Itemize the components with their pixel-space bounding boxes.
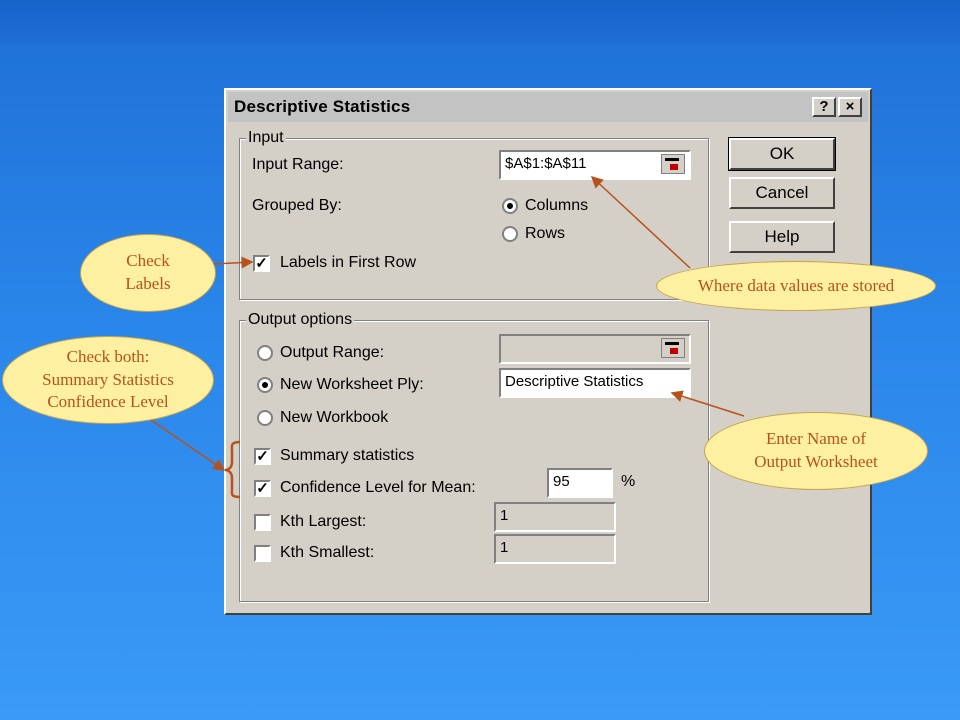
callout-check-both-line1: Check both: [66, 346, 150, 366]
callout-check-both: Check both: Summary Statistics Confidence … [2, 336, 214, 424]
confidence-level-value: 95 [553, 473, 570, 490]
kth-largest-checkbox[interactable] [254, 514, 271, 531]
grouped-by-label: Grouped By: [252, 197, 342, 214]
input-range-label: Input Range: [252, 156, 344, 173]
callout-data-values: Where data values are stored [656, 261, 936, 311]
kth-smallest-label: Kth Smallest: [280, 544, 375, 561]
columns-label: Columns [525, 197, 589, 214]
new-worksheet-ply-value: Descriptive Statistics [505, 373, 644, 390]
kth-smallest-value: 1 [500, 539, 509, 556]
input-range-value: $A$1:$A$11 [505, 155, 587, 172]
new-workbook-label: New Workbook [280, 409, 389, 426]
callout-enter-name: Enter Name of Output Worksheet [704, 412, 928, 490]
labels-first-row-checkbox[interactable]: ✓ [253, 255, 270, 272]
summary-statistics-label: Summary statistics [280, 447, 415, 464]
output-options-legend: Output options [246, 311, 355, 329]
percent-sign: % [621, 473, 636, 490]
output-range-collapse-icon[interactable] [661, 338, 685, 358]
title-bar: Descriptive Statistics ? × [228, 92, 868, 122]
callout-check-both-line2: Summary Statistics [42, 369, 174, 389]
callout-check-labels-line2: Labels [125, 274, 171, 293]
confidence-level-field[interactable]: 95 [547, 468, 613, 498]
callout-check-labels-line1: Check [126, 251, 170, 271]
close-title-button[interactable]: × [838, 97, 862, 117]
kth-smallest-field[interactable]: 1 [494, 534, 616, 564]
output-range-field[interactable] [499, 334, 691, 364]
labels-first-row-label: Labels in First Row [280, 254, 417, 271]
help-button[interactable]: Help [729, 221, 835, 253]
kth-largest-field[interactable]: 1 [494, 502, 616, 532]
cancel-button[interactable]: Cancel [729, 177, 835, 209]
callout-enter-name-line2: Output Worksheet [754, 452, 878, 471]
descriptive-statistics-dialog: Descriptive Statistics ? × Input Input R… [224, 88, 872, 615]
rows-radio[interactable] [502, 226, 518, 242]
new-workbook-radio[interactable] [257, 410, 273, 426]
rows-label: Rows [525, 225, 566, 242]
new-worksheet-ply-radio[interactable] [257, 377, 273, 393]
new-worksheet-ply-field[interactable]: Descriptive Statistics [499, 368, 691, 398]
summary-statistics-checkbox[interactable]: ✓ [254, 448, 271, 465]
confidence-level-checkbox[interactable]: ✓ [254, 480, 271, 497]
kth-largest-value: 1 [500, 507, 509, 524]
output-range-label: Output Range: [280, 344, 385, 361]
slide-top-band [0, 0, 960, 44]
input-group: Input Input Range: $A$1:$A$11 Grouped By… [239, 129, 709, 300]
new-worksheet-ply-label: New Worksheet Ply: [280, 376, 424, 393]
arrow-check-both [147, 417, 226, 471]
kth-smallest-checkbox[interactable] [254, 545, 271, 562]
dialog-title: Descriptive Statistics [234, 97, 411, 116]
confidence-level-label: Confidence Level for Mean: [280, 479, 476, 496]
help-title-button[interactable]: ? [812, 97, 836, 117]
input-group-legend: Input [246, 129, 286, 147]
callout-enter-name-line1: Enter Name of [765, 429, 867, 449]
callout-check-labels: Check Labels [80, 234, 216, 312]
callout-check-both-line3: Confidence Level [47, 392, 169, 412]
ok-button[interactable]: OK [728, 137, 836, 171]
input-range-collapse-icon[interactable] [661, 154, 685, 174]
output-options-group: Output options Output Range: New Workshe… [239, 311, 709, 602]
callout-data-values-text: Where data values are stored [697, 275, 895, 295]
kth-largest-label: Kth Largest: [280, 513, 367, 530]
input-range-field[interactable]: $A$1:$A$11 [499, 150, 691, 180]
output-range-radio[interactable] [257, 345, 273, 361]
columns-radio[interactable] [502, 198, 518, 214]
